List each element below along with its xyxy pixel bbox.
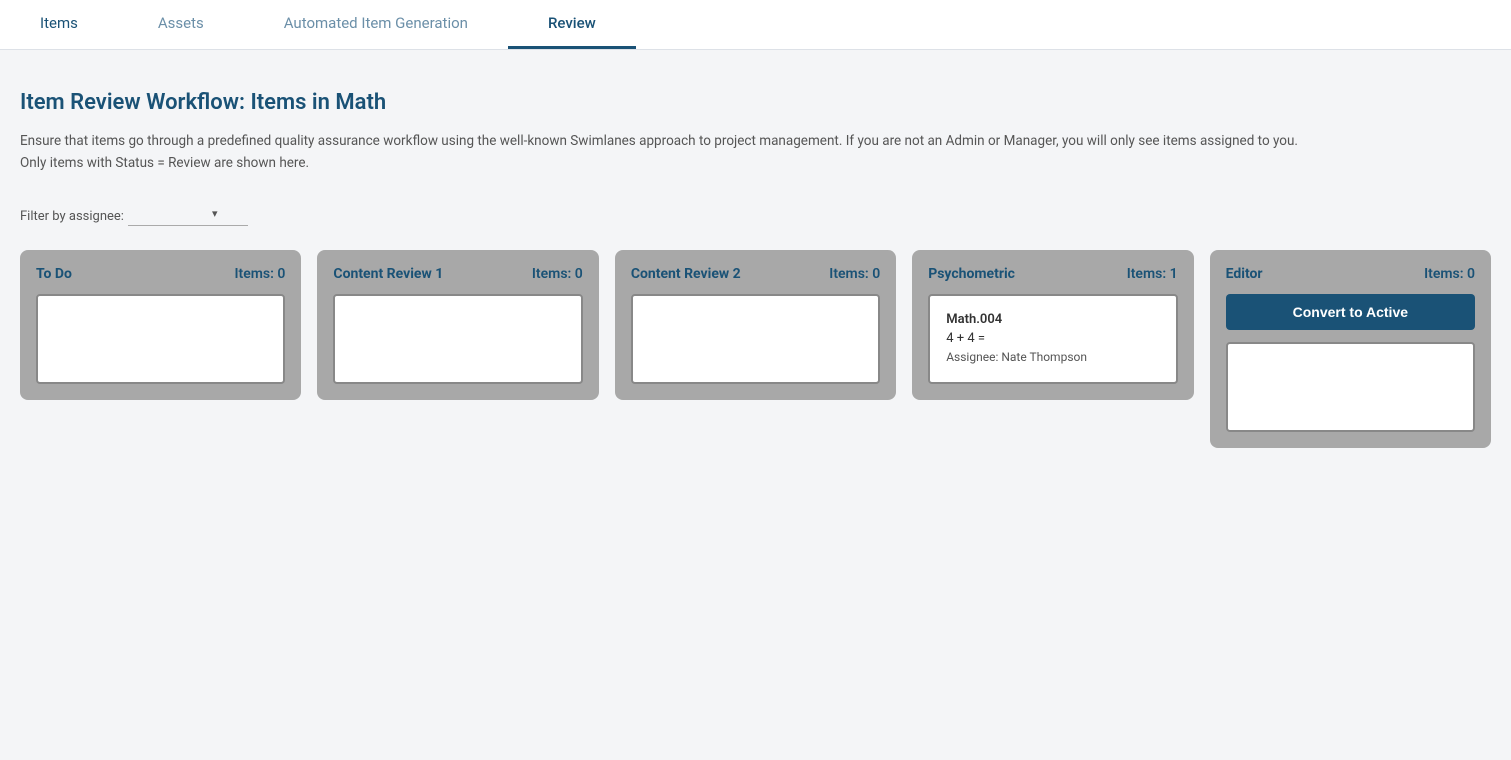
item-assignee: Assignee: Nate Thompson	[946, 350, 1159, 364]
swimlane-content-review-1: Content Review 1 Items: 0	[317, 250, 598, 400]
assignee-filter[interactable]: ▾	[128, 206, 248, 226]
swimlane-editor: Editor Items: 0 Convert to Active	[1210, 250, 1491, 448]
main-content: Item Review Workflow: Items in Math Ensu…	[0, 50, 1511, 468]
swimlane-count-content-review-2: Items: 0	[829, 266, 880, 282]
swimlane-title-editor: Editor	[1226, 266, 1263, 282]
swimlane-title-psychometric: Psychometric	[928, 266, 1015, 282]
swimlane-header-content-review-1: Content Review 1 Items: 0	[333, 266, 582, 282]
item-content: 4 + 4 =	[946, 331, 1159, 346]
filter-label: Filter by assignee:	[20, 209, 124, 224]
item-card-Math.004[interactable]: Math.004 4 + 4 = Assignee: Nate Thompson	[938, 304, 1167, 372]
tab-automated-item-generation[interactable]: Automated Item Generation	[244, 0, 508, 49]
description-line2: Only items with Status = Review are show…	[20, 155, 309, 171]
swimlane-body-content-review-1	[333, 294, 582, 384]
swimlane-count-editor: Items: 0	[1424, 266, 1475, 282]
swimlane-body-psychometric: Math.004 4 + 4 = Assignee: Nate Thompson	[928, 294, 1177, 384]
tab-assets[interactable]: Assets	[118, 0, 244, 49]
tab-items[interactable]: Items	[0, 0, 118, 49]
tab-review[interactable]: Review	[508, 0, 636, 49]
chevron-down-icon: ▾	[212, 207, 218, 220]
swimlane-header-to-do: To Do Items: 0	[36, 266, 285, 282]
swimlane-body-content-review-2	[631, 294, 880, 384]
swimlane-count-content-review-1: Items: 0	[532, 266, 583, 282]
swimlane-psychometric: Psychometric Items: 1 Math.004 4 + 4 = Assig…	[912, 250, 1193, 400]
page-title: Item Review Workflow: Items in Math	[20, 90, 1491, 115]
swimlane-to-do: To Do Items: 0	[20, 250, 301, 400]
swimlane-count-psychometric: Items: 1	[1127, 266, 1178, 282]
description-line1: Ensure that items go through a predefine…	[20, 133, 1298, 149]
swimlane-header-content-review-2: Content Review 2 Items: 0	[631, 266, 880, 282]
swimlane-container: To DoItems: 0Content Review 1Items: 0Con…	[20, 250, 1491, 448]
swimlane-content-review-2: Content Review 2 Items: 0	[615, 250, 896, 400]
swimlane-count-to-do: Items: 0	[234, 266, 285, 282]
swimlane-title-content-review-1: Content Review 1	[333, 266, 443, 282]
swimlane-title-to-do: To Do	[36, 266, 72, 282]
top-navigation: ItemsAssetsAutomated Item GenerationRevi…	[0, 0, 1511, 50]
swimlane-body-editor	[1226, 342, 1475, 432]
convert-to-active-button[interactable]: Convert to Active	[1226, 294, 1475, 330]
swimlane-header-editor: Editor Items: 0	[1226, 266, 1475, 282]
swimlane-header-psychometric: Psychometric Items: 1	[928, 266, 1177, 282]
item-id: Math.004	[946, 312, 1159, 327]
swimlane-body-to-do	[36, 294, 285, 384]
filter-row: Filter by assignee: ▾	[20, 206, 1491, 226]
swimlane-title-content-review-2: Content Review 2	[631, 266, 741, 282]
page-description: Ensure that items go through a predefine…	[20, 131, 1491, 174]
